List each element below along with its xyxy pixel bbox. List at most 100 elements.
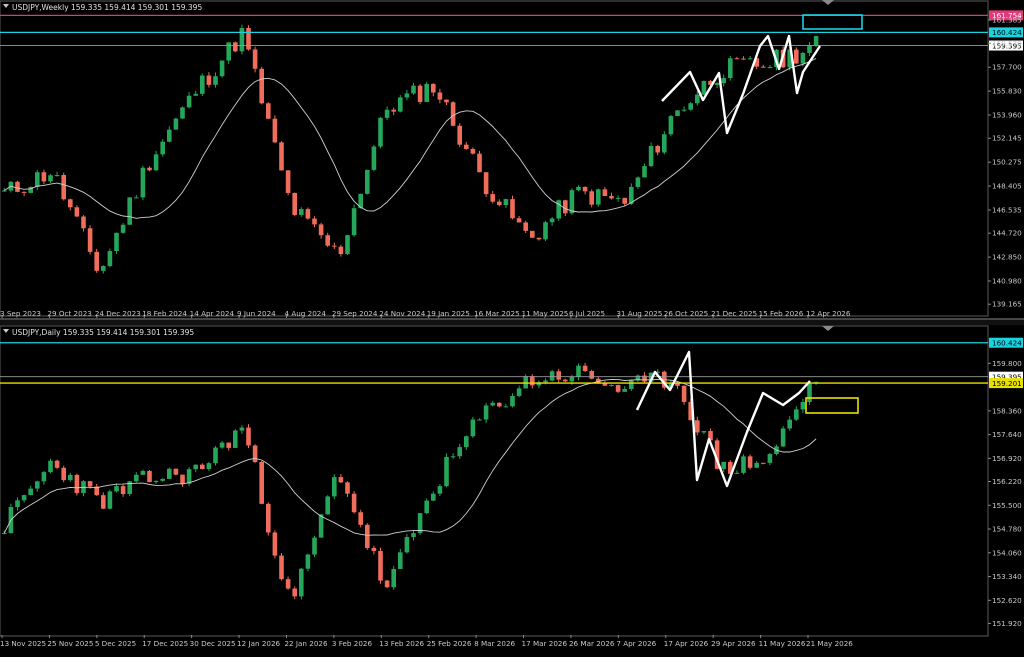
y-tick-label: 156.920 [992,454,1022,463]
candle-body [345,482,350,494]
candle-body [365,169,370,194]
candle-body [569,376,575,382]
candle-body [338,246,344,255]
candle-body [655,145,660,153]
candle-body [213,76,218,85]
x-tick-label: 29 Oct 2023 [47,309,91,318]
x-tick-label: 25 Nov 2025 [47,639,93,648]
candle-body [239,427,245,431]
mt4-chart-window[interactable]: USDJPY,Weekly 159.335 159.414 159.301 15… [0,0,1024,653]
candle-body [233,430,238,448]
cyan-level-label: 160.424 [992,339,1022,348]
y-tick-label: 159.800 [992,359,1022,368]
candle-body [272,118,278,143]
y-tick-label: 158.360 [992,406,1022,415]
candle-body [470,148,476,154]
candle-body [747,58,753,60]
candle-body [642,166,647,178]
candle-body [556,371,561,380]
candle-body [2,533,7,535]
candle-body [714,83,720,85]
candle-body [596,189,601,205]
candle-body [266,503,271,533]
candle-body [371,146,377,170]
candle-body [107,491,113,509]
candle-body [318,224,324,236]
candle-body [734,58,740,60]
candle-body [233,42,238,52]
candle-body [54,174,60,176]
candle-body [246,27,251,50]
candle-body [41,172,47,182]
candle-body [351,208,357,236]
y-tick-label: 153.340 [992,572,1022,581]
y-tick-label: 140.980 [992,277,1022,286]
candle-body [35,481,40,489]
x-tick-label: 9 Jun 2024 [237,309,276,318]
candle-body [563,379,568,382]
candle-body [345,235,350,255]
x-tick-label: 18 Feb 2024 [142,309,187,318]
x-tick-label: 29 Sep 2024 [332,309,378,318]
candle-body [721,78,726,84]
y-tick-label: 159.570 [992,39,1022,48]
candle-body [813,36,819,46]
candle-body [622,197,627,204]
x-tick-label: 14 Apr 2024 [190,309,235,318]
y-tick-label: 154.060 [992,548,1022,557]
candle-body [464,144,469,149]
candle-body [675,110,680,117]
candle-body [391,568,396,588]
x-tick-label: 13 Feb 2026 [379,639,424,648]
candle-body [312,537,317,555]
candle-body [668,116,674,135]
x-tick-label: 17 Mar 2026 [522,639,568,648]
x-tick-label: 30 Dec 2025 [190,639,236,648]
candle-body [74,474,80,494]
y-tick-label: 144.720 [992,229,1022,238]
candle-body [701,81,707,95]
candle-body [576,186,581,191]
y-tick-label: 161.385 [992,16,1022,25]
candle-body [800,52,806,64]
cyan-level-label: 160.424 [992,28,1022,37]
x-tick-label: 21 Dec 2025 [711,309,757,318]
candle-body [21,495,27,501]
x-tick-label: 22 Jan 2026 [284,639,328,648]
candle-body [681,109,687,111]
candle-body [351,493,357,513]
candle-body [101,495,106,509]
candle-body [398,552,403,569]
candle-body [378,550,383,581]
candle-body [807,45,812,53]
candle-body [622,389,627,392]
candle-body [285,170,291,193]
chart-canvas[interactable]: USDJPY,Weekly 159.335 159.414 159.301 15… [0,0,1024,653]
x-tick-label: 12 Jan 2026 [237,639,281,648]
candle-body [741,456,746,473]
candle-body [563,200,568,214]
candle-body [490,402,495,406]
candle-body [794,409,799,420]
candle-body [305,209,311,219]
candle-body [279,142,284,171]
candle-body [477,419,482,421]
candle-body [404,93,410,98]
candle-body [134,197,139,199]
candle-body [695,94,700,104]
y-tick-label: 157.640 [992,430,1022,439]
candle-body [153,154,159,171]
candle-body [780,428,786,447]
candle-body [761,66,766,68]
x-tick-label: 17 Apr 2026 [664,639,709,648]
candle-body [147,167,152,171]
y-tick-label: 155.830 [992,87,1022,96]
candle-body [516,388,522,396]
candle-body [15,181,20,192]
x-tick-label: 4 Aug 2024 [284,309,326,318]
x-tick-label: 16 Mar 2025 [474,309,520,318]
candle-body [629,380,634,390]
candle-body [61,174,66,200]
candle-body [761,462,766,464]
candle-body [186,469,192,484]
